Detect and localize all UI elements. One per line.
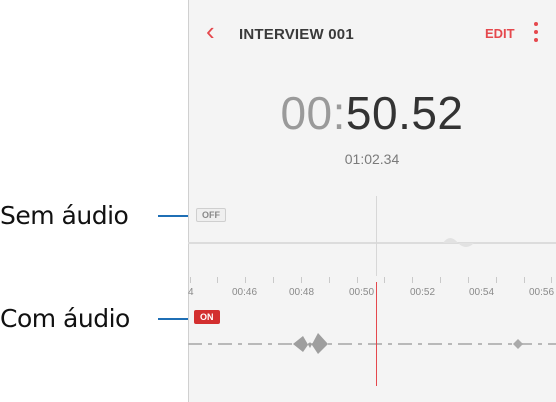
timeline-tick: 00:56 [529,287,555,298]
waveform-area[interactable] [188,0,556,402]
timeline-tick: 00:48 [289,287,315,298]
waveform-on-peak [293,333,328,354]
timeline-tick: 00:46 [232,287,258,298]
timeline-tick: 4 [188,287,194,298]
waveform-on-blip [513,339,523,349]
timeline-tick: 00:54 [469,287,495,298]
track-on-badge[interactable]: ON [194,310,220,324]
callout-com-audio: Com áudio [0,304,130,333]
callout-line-sem-audio [158,215,191,217]
track-off-badge[interactable]: OFF [196,208,226,222]
playhead-off-track [376,196,377,276]
timeline-ruler [188,277,556,287]
voice-recorder-screen: ‹ INTERVIEW 001 EDIT 00:50.52 01:02.34 O… [188,0,556,402]
callout-line-com-audio [158,318,191,320]
timeline-tick: 00:50 [349,287,375,298]
playhead[interactable] [376,282,377,386]
timeline-tick: 00:52 [410,287,436,298]
callout-sem-audio: Sem áudio [0,201,129,230]
